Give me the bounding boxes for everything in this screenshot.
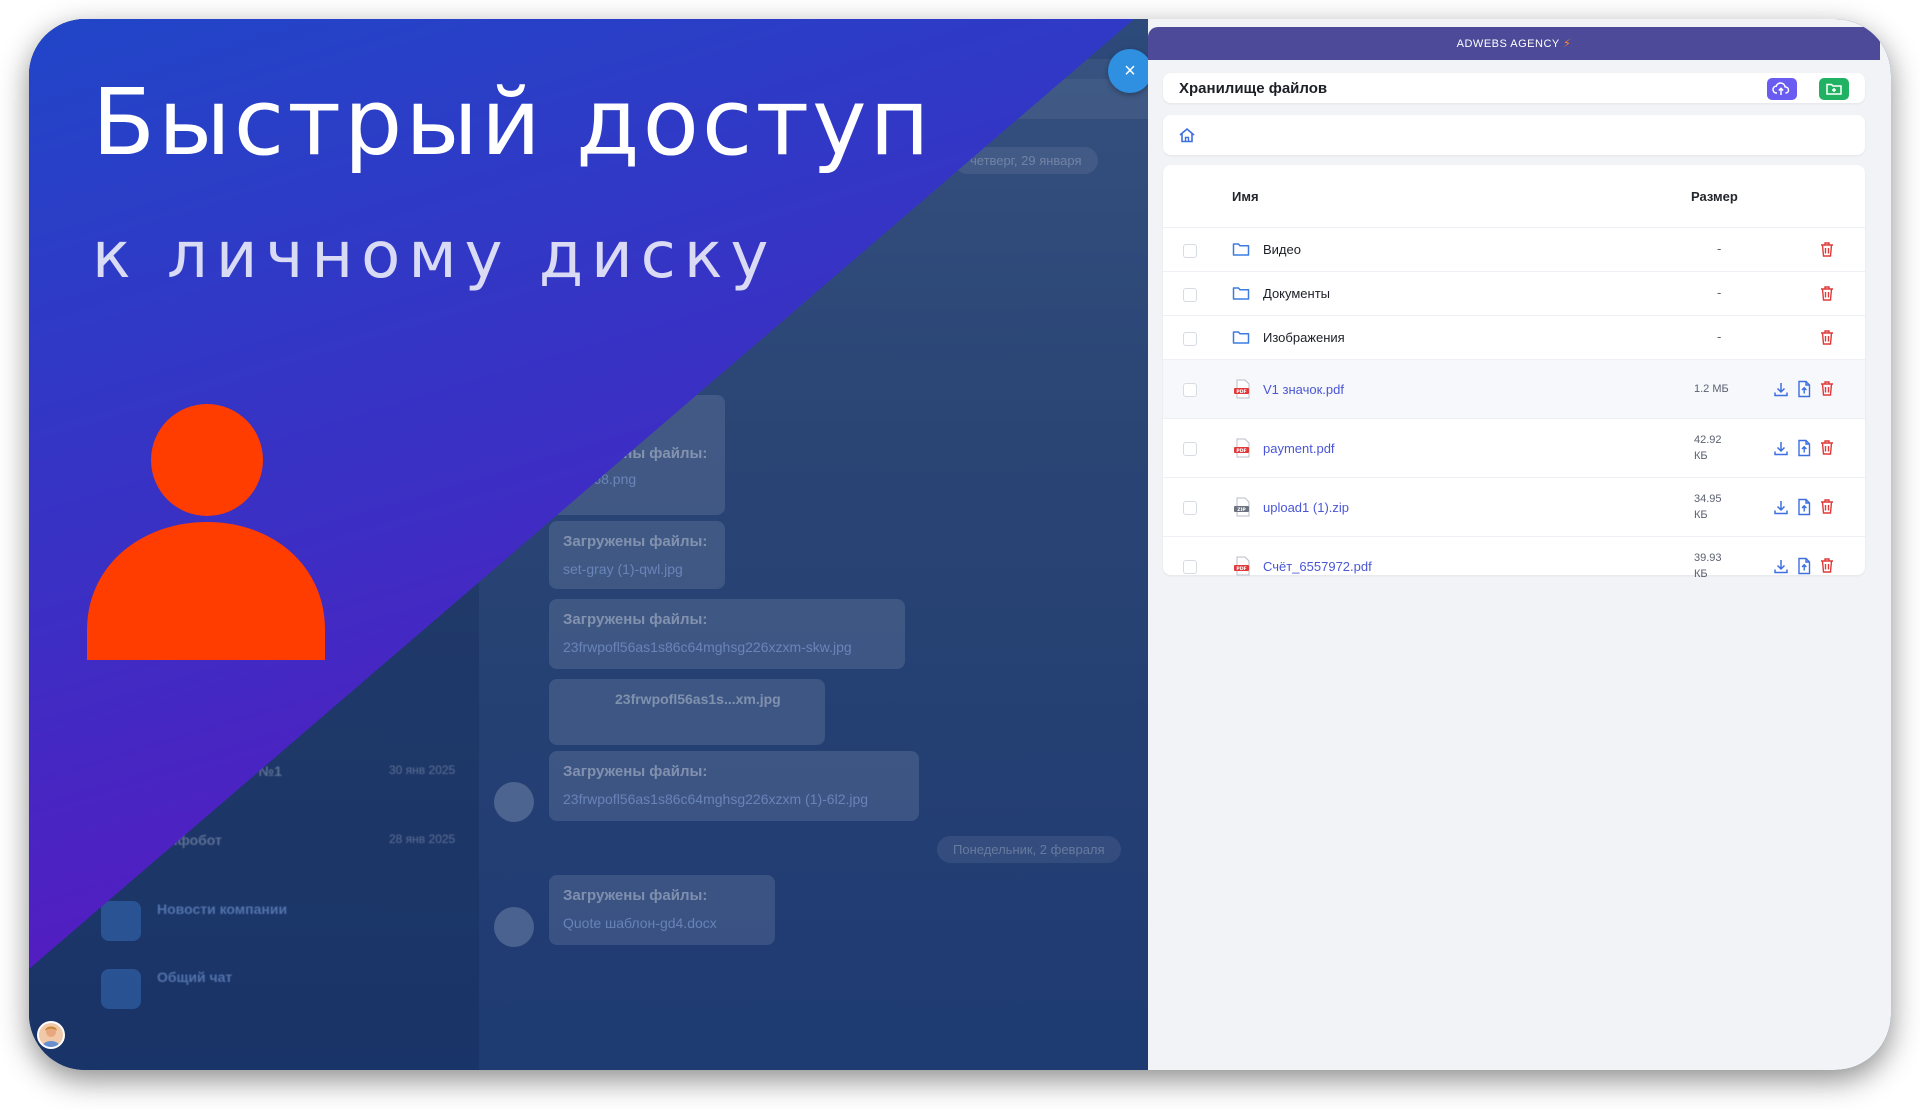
file-type-label: PDF <box>1236 448 1246 454</box>
row-checkbox[interactable] <box>1183 244 1197 258</box>
row-checkbox[interactable] <box>1183 332 1197 346</box>
trash-icon[interactable] <box>1819 439 1835 456</box>
folder-plus-icon <box>1826 83 1842 95</box>
trash-icon[interactable] <box>1819 241 1835 258</box>
download-icon[interactable] <box>1773 558 1789 575</box>
share-file-icon[interactable] <box>1796 557 1812 575</box>
file-size: 34.95 КБ <box>1694 491 1722 523</box>
file-size: 39.93 КБ <box>1694 550 1722 582</box>
file-name[interactable]: payment.pdf <box>1263 441 1335 456</box>
row-checkbox[interactable] <box>1183 501 1197 515</box>
folder-name[interactable]: Видео <box>1263 242 1301 257</box>
pdf-file-icon: PDF <box>1234 438 1250 458</box>
brand-name: ADWEBS AGENCY <box>1456 38 1560 50</box>
file-name[interactable]: upload1 (1).zip <box>1263 500 1349 515</box>
file-row[interactable]: PDF Счёт_6557972.pdf 39.93 КБ <box>1163 536 1865 580</box>
pdf-file-icon: PDF <box>1234 556 1250 576</box>
row-checkbox[interactable] <box>1183 288 1197 302</box>
file-size: 42.92 КБ <box>1694 432 1722 464</box>
trash-icon[interactable] <box>1819 285 1835 302</box>
avatar-face-icon <box>42 1026 60 1047</box>
cloud-upload-icon <box>1772 82 1790 95</box>
file-size-value: 39.93 <box>1694 552 1722 564</box>
file-size-unit: КБ <box>1694 450 1708 462</box>
folder-row[interactable]: Документы - <box>1163 271 1865 316</box>
file-size-value: 34.95 <box>1694 493 1722 505</box>
download-icon[interactable] <box>1773 440 1789 457</box>
download-icon[interactable] <box>1773 499 1789 516</box>
file-type-label: ZIP <box>1237 507 1246 513</box>
file-size-value: 1.2 МБ <box>1694 383 1729 395</box>
folder-size: - <box>1717 241 1722 256</box>
column-header-name[interactable]: Имя <box>1232 189 1259 204</box>
folder-row[interactable]: Изображения - <box>1163 315 1865 360</box>
close-panel-button[interactable]: × <box>1108 49 1152 93</box>
folder-name[interactable]: Документы <box>1263 286 1330 301</box>
file-storage-panel: ADWEBS AGENCY ⚡ Хранилище файлов Имя Раз… <box>1148 19 1891 1070</box>
row-checkbox[interactable] <box>1183 442 1197 456</box>
zip-file-icon: ZIP <box>1234 497 1250 517</box>
user-avatar[interactable] <box>37 1021 65 1049</box>
share-file-icon[interactable] <box>1796 439 1812 457</box>
file-table: Имя Размер Видео - Документы - Изображен… <box>1163 165 1865 580</box>
upload-button[interactable] <box>1767 78 1797 100</box>
trash-icon[interactable] <box>1819 380 1835 397</box>
promo-title: Быстрый доступ <box>92 69 933 176</box>
close-icon: × <box>1124 60 1136 82</box>
share-file-icon[interactable] <box>1796 380 1812 398</box>
trash-icon[interactable] <box>1819 557 1835 574</box>
download-icon[interactable] <box>1773 381 1789 398</box>
file-name[interactable]: Счёт_6557972.pdf <box>1263 559 1372 574</box>
file-size: 1.2 МБ <box>1694 381 1729 397</box>
file-size-unit: КБ <box>1694 509 1708 521</box>
file-row[interactable]: PDF payment.pdf 42.92 КБ <box>1163 418 1865 478</box>
breadcrumb <box>1163 115 1865 155</box>
file-row[interactable]: PDF V1 значок.pdf 1.2 МБ <box>1163 359 1865 419</box>
file-size-unit: КБ <box>1694 568 1708 580</box>
promo-subtitle: к личному диску <box>92 219 777 293</box>
file-name[interactable]: V1 значок.pdf <box>1263 382 1344 397</box>
row-checkbox[interactable] <box>1183 383 1197 397</box>
folder-row[interactable]: Видео - <box>1163 227 1865 272</box>
trash-icon[interactable] <box>1819 329 1835 346</box>
folder-icon <box>1232 331 1250 344</box>
folder-name[interactable]: Изображения <box>1263 330 1345 345</box>
file-type-label: PDF <box>1236 389 1246 395</box>
file-size-value: 42.92 <box>1694 434 1722 446</box>
pdf-file-icon: PDF <box>1234 379 1250 399</box>
user-icon <box>87 404 325 660</box>
folder-size: - <box>1717 285 1722 300</box>
screen-frame: четверг, 29 января Загружены файлы: ulti… <box>29 19 1891 1070</box>
file-row[interactable]: ZIP upload1 (1).zip 34.95 КБ <box>1163 477 1865 537</box>
panel-title: Хранилище файлов <box>1179 80 1328 97</box>
folder-icon <box>1232 243 1250 256</box>
trash-icon[interactable] <box>1819 498 1835 515</box>
column-header-size[interactable]: Размер <box>1691 189 1738 204</box>
folder-icon <box>1232 287 1250 300</box>
row-checkbox[interactable] <box>1183 560 1197 574</box>
home-icon[interactable] <box>1178 127 1196 143</box>
bolt-icon: ⚡ <box>1563 38 1572 50</box>
folder-size: - <box>1717 329 1722 344</box>
new-folder-button[interactable] <box>1819 78 1849 100</box>
panel-header: Хранилище файлов <box>1163 73 1865 103</box>
share-file-icon[interactable] <box>1796 498 1812 516</box>
file-type-label: PDF <box>1236 566 1246 572</box>
brand-bar: ADWEBS AGENCY ⚡ <box>1148 27 1880 60</box>
